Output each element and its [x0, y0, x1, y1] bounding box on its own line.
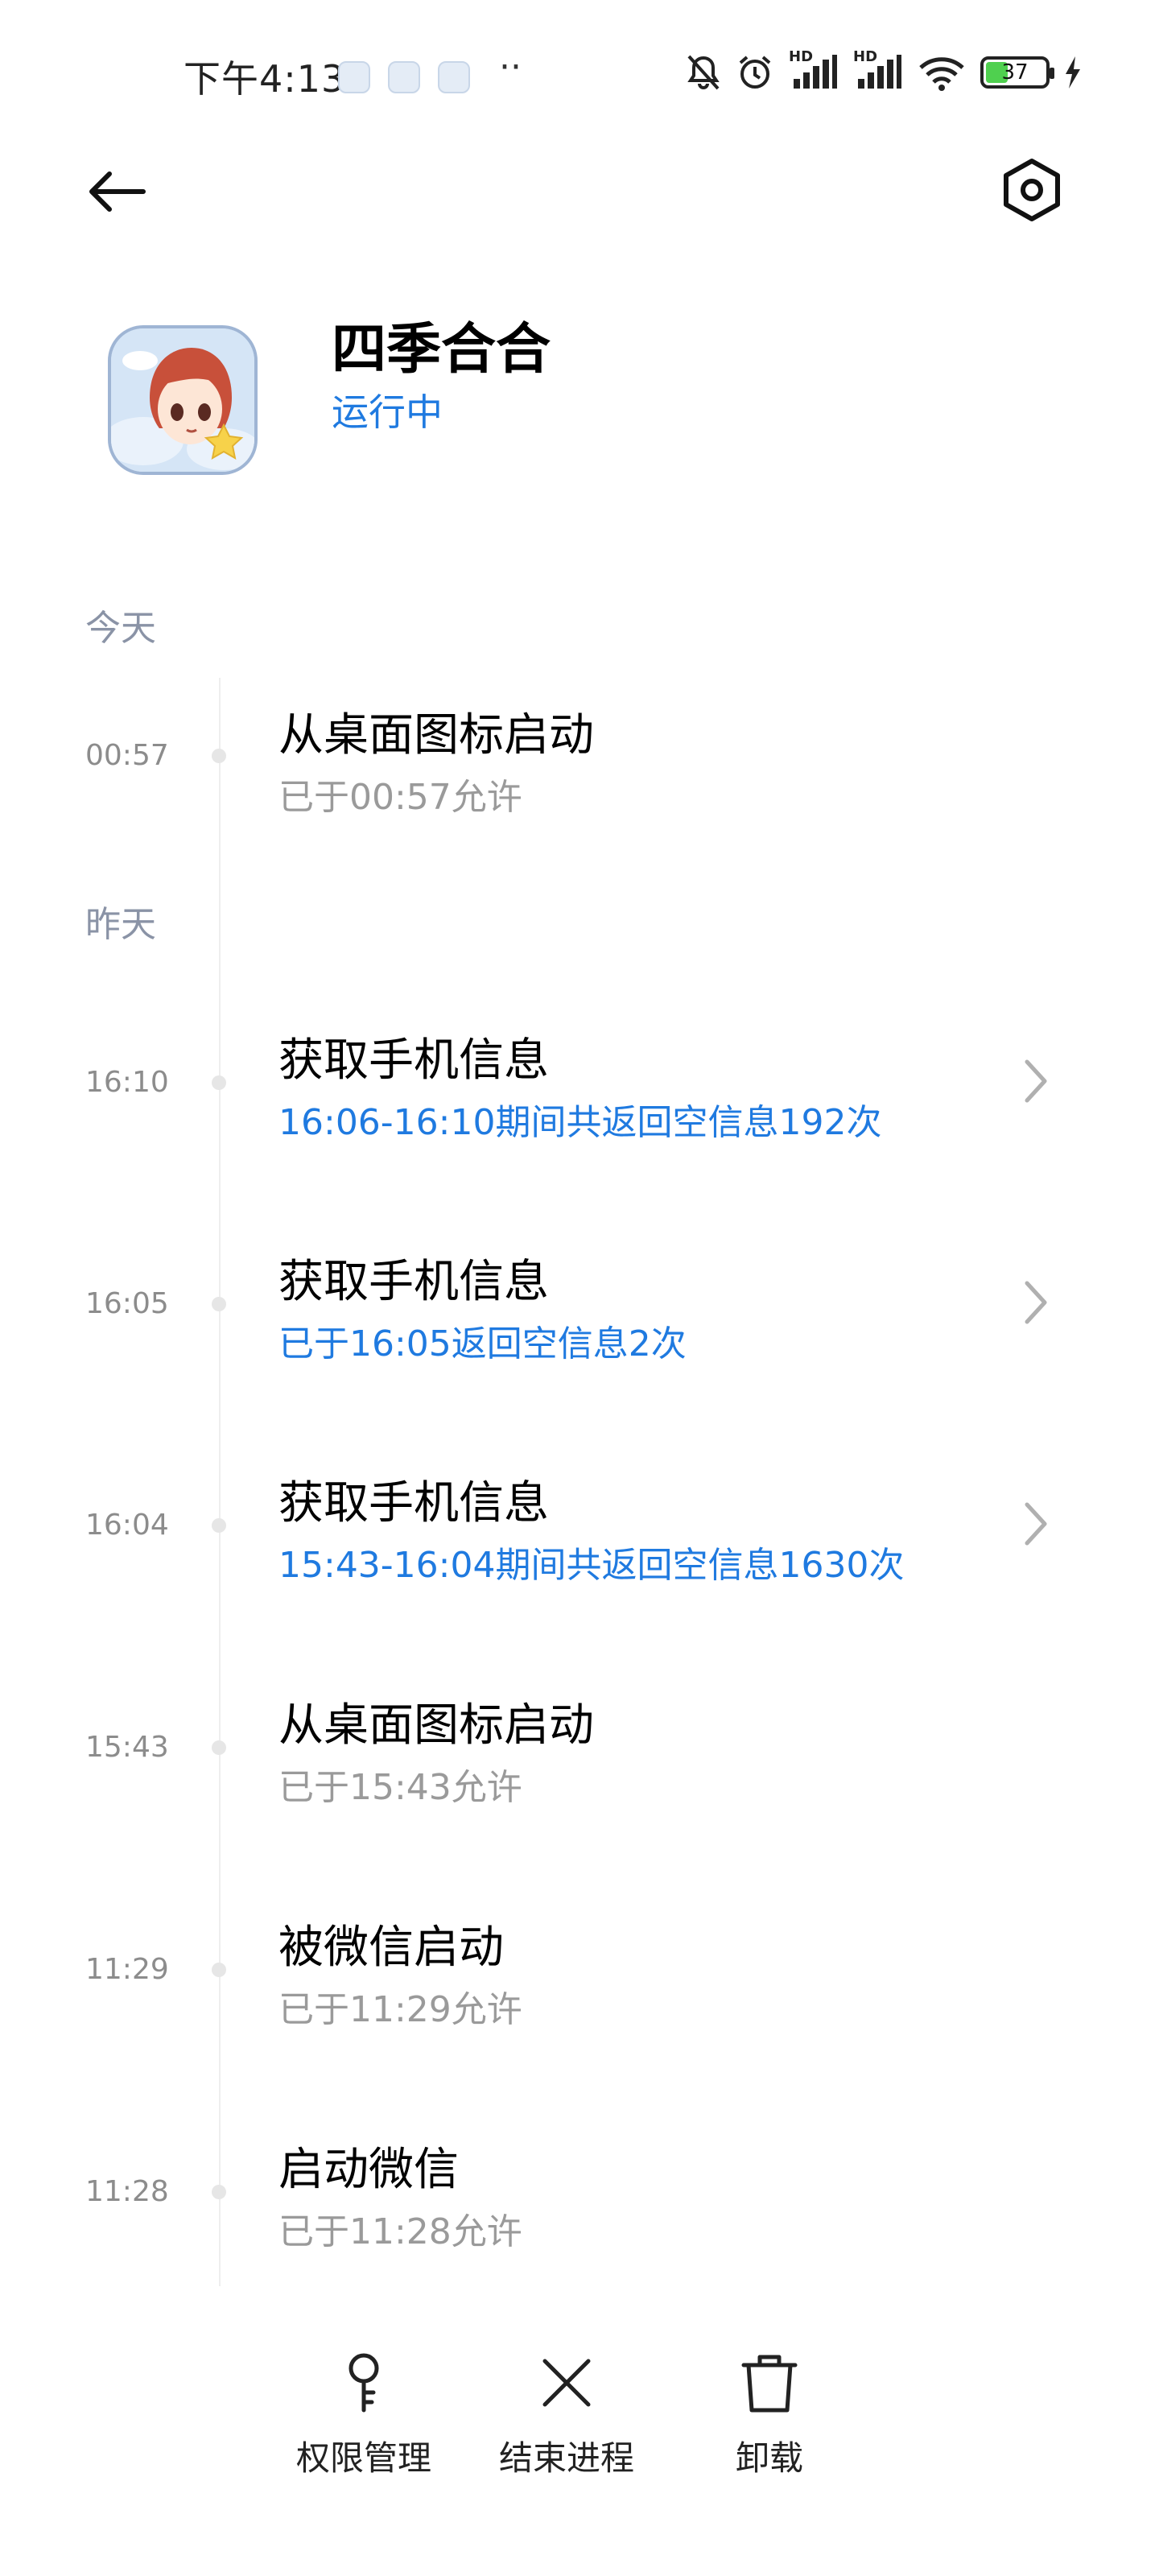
- timeline-dot: [212, 1518, 226, 1533]
- entry-subtitle: 16:06-16:10期间共返回空信息192次: [278, 1102, 882, 1143]
- battery-level-label: 37: [1001, 60, 1029, 85]
- notification-app-icon: [438, 61, 470, 93]
- cell-signal-icon: HD: [789, 48, 839, 92]
- timeline-entry[interactable]: 16:10 获取手机信息 16:06-16:10期间共返回空信息192次: [0, 1021, 1159, 1143]
- timeline-dot: [212, 1075, 226, 1090]
- app-running-status: 运行中: [332, 390, 443, 434]
- charging-bolt-icon: [1064, 56, 1082, 89]
- key-icon: [324, 2343, 404, 2423]
- entry-time: 16:05: [85, 1287, 169, 1320]
- entry-subtitle: 已于11:28允许: [278, 2211, 522, 2252]
- section-label-today: 今天: [85, 608, 156, 649]
- anime-avatar-icon: [111, 328, 254, 472]
- status-right-icons: HD HD 37: [686, 48, 1082, 92]
- cell-signal-icon: HD: [853, 48, 903, 92]
- entry-time: 15:43: [85, 1731, 169, 1764]
- entry-time: 11:29: [85, 1953, 169, 1986]
- app-details-page: 下午4:13 ·· HD HD 37 四季合合 运行中 今天 00:57 从桌面…: [0, 0, 1159, 2576]
- entry-subtitle: 已于11:29允许: [278, 1989, 522, 2030]
- trash-icon: [729, 2343, 810, 2423]
- alarm-clock-icon: [736, 53, 774, 92]
- entry-title: 启动微信: [278, 2144, 459, 2196]
- timeline-dot: [212, 1963, 226, 1977]
- permissions-button[interactable]: 权限管理: [283, 2343, 444, 2520]
- entry-title: 获取手机信息: [278, 1477, 549, 1530]
- entry-subtitle: 15:43-16:04期间共返回空信息1630次: [278, 1545, 905, 1586]
- timeline-dot: [212, 1740, 226, 1755]
- timeline-entry[interactable]: 16:05 获取手机信息 已于16:05返回空信息2次: [0, 1242, 1159, 1364]
- timeline-entry: 15:43 从桌面图标启动 已于15:43允许: [0, 1686, 1159, 1808]
- timeline-entry: 11:28 启动微信 已于11:28允许: [0, 2130, 1159, 2252]
- chevron-right-icon[interactable]: [1016, 1053, 1056, 1109]
- notification-app-icon: [388, 61, 420, 93]
- bell-muted-icon: [686, 53, 721, 92]
- back-button[interactable]: [77, 153, 155, 230]
- settings-button[interactable]: [992, 150, 1072, 230]
- force-stop-button[interactable]: 结束进程: [486, 2343, 647, 2520]
- entry-time: 16:04: [85, 1509, 169, 1542]
- force-stop-label: 结束进程: [498, 2438, 634, 2478]
- entry-subtitle: 已于16:05返回空信息2次: [278, 1323, 687, 1364]
- entry-time: 00:57: [85, 739, 169, 772]
- timeline-entry: 11:29 被微信启动 已于11:29允许: [0, 1908, 1159, 2030]
- permissions-label: 权限管理: [295, 2438, 431, 2478]
- entry-title: 从桌面图标启动: [278, 709, 594, 762]
- settings-hex-icon: [1004, 159, 1060, 221]
- chevron-right-icon[interactable]: [1016, 1274, 1056, 1331]
- entry-title: 获取手机信息: [278, 1034, 549, 1087]
- entry-subtitle: 已于15:43允许: [278, 1767, 522, 1808]
- status-bar: 下午4:13 ·· HD HD 37: [0, 0, 1159, 153]
- notification-app-icon: [338, 61, 370, 93]
- uninstall-button[interactable]: 卸载: [689, 2343, 850, 2520]
- entry-subtitle: 已于00:57允许: [278, 777, 522, 818]
- uninstall-label: 卸载: [735, 2438, 803, 2478]
- entry-title: 被微信启动: [278, 1922, 504, 1974]
- wifi-icon: [918, 53, 966, 92]
- battery-cap: [1050, 68, 1054, 79]
- entry-time: 11:28: [85, 2175, 169, 2208]
- notification-app-icons: [338, 61, 470, 93]
- more-notifications-indicator: ··: [499, 47, 522, 88]
- section-label-yesterday: 昨天: [85, 904, 156, 945]
- entry-title: 从桌面图标启动: [278, 1699, 594, 1752]
- timeline-dot: [212, 2185, 226, 2199]
- battery-icon: 37: [980, 56, 1054, 89]
- timeline-entry[interactable]: 16:04 获取手机信息 15:43-16:04期间共返回空信息1630次: [0, 1463, 1159, 1586]
- entry-title: 获取手机信息: [278, 1256, 549, 1308]
- timeline-dot: [212, 749, 226, 763]
- app-name: 四季合合: [332, 318, 551, 382]
- arrow-left-icon: [89, 171, 146, 212]
- close-x-icon: [526, 2343, 607, 2423]
- timeline-entry: 00:57 从桌面图标启动 已于00:57允许: [0, 694, 1159, 818]
- app-icon: [108, 325, 258, 475]
- entry-time: 16:10: [85, 1066, 169, 1099]
- status-time: 下午4:13: [184, 57, 346, 101]
- chevron-right-icon[interactable]: [1016, 1496, 1056, 1552]
- timeline-dot: [212, 1297, 226, 1311]
